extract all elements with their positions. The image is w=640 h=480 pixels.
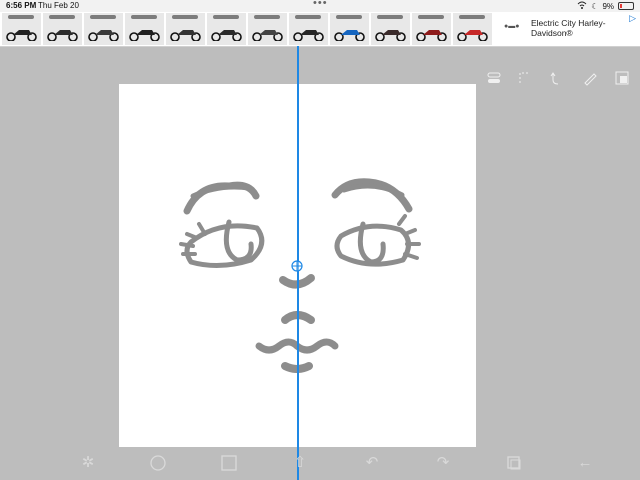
right-eye: [334, 223, 411, 267]
ellipse-icon[interactable]: [148, 453, 168, 473]
ad-thumbnail[interactable]: [330, 13, 369, 45]
dealer-banner-icon: [377, 15, 403, 19]
dealer-banner-icon: [213, 15, 239, 19]
ad-thumbnail[interactable]: [248, 13, 287, 45]
dealer-banner-icon: [8, 15, 34, 19]
motorcycle-icon: [170, 30, 201, 41]
ad-banner[interactable]: ●▬● Electric City Harley-Davidson® ▷: [0, 12, 640, 47]
ad-thumbnail[interactable]: [2, 13, 41, 45]
undo-icon[interactable]: ↶: [362, 453, 382, 473]
motorcycle-icon: [88, 30, 119, 41]
ad-thumbnail[interactable]: [289, 13, 328, 45]
motorcycle-icon: [293, 30, 324, 41]
motorcycle-icon: [375, 30, 406, 41]
motorcycle-icon: [47, 30, 78, 41]
pencil-icon[interactable]: [582, 70, 598, 86]
dealer-banner-icon: [295, 15, 321, 19]
ad-choices-icon[interactable]: ▷: [629, 13, 636, 24]
dealer-banner-icon: [336, 15, 362, 19]
wifi-icon: [577, 1, 587, 11]
ad-thumbnail[interactable]: [84, 13, 123, 45]
status-bar: 6:56 PM Thu Feb 20 ••• ☾ 9%: [0, 0, 640, 12]
battery-percent: 9%: [602, 1, 614, 11]
dealer-banner-icon: [254, 15, 280, 19]
ad-thumbnail[interactable]: [207, 13, 246, 45]
ad-thumbnail[interactable]: [371, 13, 410, 45]
toggle-icon[interactable]: [486, 70, 502, 86]
motorcycle-icon: [252, 30, 283, 41]
moon-icon: ☾: [591, 1, 599, 11]
ad-thumbnail[interactable]: [43, 13, 82, 45]
symmetry-handle-icon[interactable]: [291, 259, 303, 272]
status-right: ☾ 9%: [577, 1, 634, 11]
redo-icon[interactable]: ↷: [433, 453, 453, 473]
dealer-banner-icon: [49, 15, 75, 19]
layers-icon[interactable]: [614, 70, 630, 86]
ad-advertiser[interactable]: Electric City Harley-Davidson®: [531, 18, 637, 38]
status-date: Thu Feb 20: [38, 1, 79, 10]
battery-icon: [618, 2, 634, 10]
dealer-banner-icon: [90, 15, 116, 19]
back-arrow-icon[interactable]: ←: [575, 453, 595, 473]
copy-icon[interactable]: [504, 453, 524, 473]
motorcycle-icon: [416, 30, 447, 41]
motorcycle-icon: [334, 30, 365, 41]
dealer-banner-icon: [459, 15, 485, 19]
dealer-banner-icon: [131, 15, 157, 19]
motorcycle-icon: [457, 30, 488, 41]
ad-thumbnail[interactable]: [125, 13, 164, 45]
rect-icon[interactable]: [219, 453, 239, 473]
dealer-banner-icon: [172, 15, 198, 19]
multitask-dots[interactable]: •••: [313, 0, 328, 9]
motorcycle-icon: [211, 30, 242, 41]
ad-thumbnail[interactable]: [166, 13, 205, 45]
bottom-toolbar: ✲ ⇧ ↶ ↷ ←: [0, 450, 640, 480]
motorcycle-icon: [6, 30, 37, 41]
lasso-icon[interactable]: [517, 70, 533, 86]
transform-icon[interactable]: ⇧: [290, 453, 310, 473]
ad-thumbnail[interactable]: [453, 13, 492, 45]
status-time: 6:56 PM: [6, 1, 37, 10]
quickmenu-icon[interactable]: ✲: [78, 453, 98, 473]
redo-curve-icon[interactable]: [549, 70, 565, 86]
motorcycle-icon: [129, 30, 160, 41]
top-toolbar: [480, 70, 640, 88]
dealer-banner-icon: [418, 15, 444, 19]
ad-thumbnails[interactable]: [2, 13, 492, 45]
ad-thumbnail[interactable]: [412, 13, 451, 45]
harley-logo-icon: ●▬●: [504, 23, 520, 30]
